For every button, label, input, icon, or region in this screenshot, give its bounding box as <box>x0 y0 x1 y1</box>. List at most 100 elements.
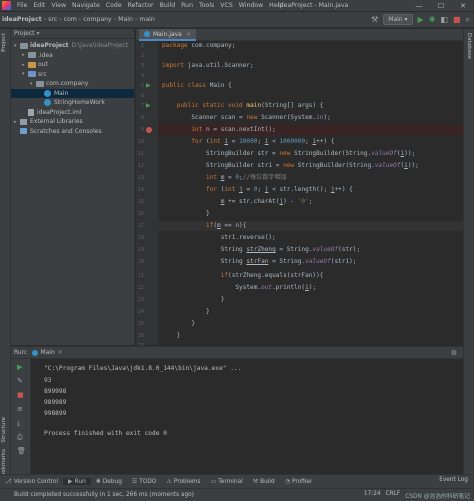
tool-tab-todo[interactable]: ☰ TODO <box>127 478 162 485</box>
window-title: ideaProject - Main.java <box>278 2 349 9</box>
tool-tab-run[interactable]: ▶ Run <box>63 478 91 485</box>
menu-file[interactable]: File <box>14 2 30 9</box>
tool-tab-terminal[interactable]: ▭ Terminal <box>206 478 248 485</box>
console-output-line: 998899 <box>44 410 67 417</box>
breadcrumb-project[interactable]: ideaProject <box>0 16 44 23</box>
close-button[interactable]: ✕ <box>452 0 474 12</box>
database-tool-tab[interactable]: Database <box>466 33 472 59</box>
console-output-line: 989989 <box>44 399 67 406</box>
trash-icon[interactable]: 🗑 <box>17 447 26 455</box>
project-tool-tab[interactable]: Project <box>1 33 7 52</box>
debug-icon: ✱ <box>95 478 101 485</box>
tool-tab-profiler[interactable]: ◔ Profiler <box>280 478 318 485</box>
todo-icon: ☰ <box>131 478 138 485</box>
menu-vcs[interactable]: VCS <box>217 2 235 9</box>
search-icon[interactable]: ⌕ <box>466 15 470 25</box>
soft-wrap-icon[interactable]: ≡ <box>17 405 23 413</box>
toolbar-right: ⚒ Main ▾ ▶ ✱ ◧ ■ ⌕ <box>371 14 470 25</box>
folder-icon <box>36 80 44 87</box>
tool-tab-debug[interactable]: ✱ Debug <box>91 478 127 485</box>
code-line: public static void main(String[] args) { <box>176 102 324 109</box>
tree-item-label: ideaProject.iml <box>37 108 82 116</box>
line-number: 18 <box>137 235 144 241</box>
hammer-icon[interactable]: ⚒ <box>371 15 378 24</box>
line-separator[interactable]: CRLF <box>386 491 401 500</box>
tree-item[interactable]: ▸ External Libraries <box>11 117 134 126</box>
wrench-icon[interactable]: ✎ <box>17 377 23 385</box>
line-number: 24 <box>137 309 144 315</box>
run-class-icon[interactable]: ▶ <box>146 82 151 89</box>
code-editor[interactable]: package com.company; import java.util.Sc… <box>158 41 463 345</box>
minimize-button[interactable]: — <box>408 0 430 12</box>
menu-window[interactable]: Window <box>236 2 266 9</box>
folder-icon <box>28 52 36 58</box>
console-output-line: 899998 <box>44 388 67 395</box>
menu-edit[interactable]: Edit <box>30 2 48 9</box>
event-log-tab[interactable]: Event Log <box>439 477 468 483</box>
run-tab-main[interactable]: Main ✕ <box>31 349 63 356</box>
close-tab-icon[interactable]: ✕ <box>58 349 63 356</box>
tree-item[interactable]: Scratches and Consoles <box>11 127 134 136</box>
code-line-caret: if(m == n){ <box>158 221 463 231</box>
tree-item[interactable]: ▸ .idea <box>11 51 134 60</box>
breadcrumb-company[interactable]: company <box>81 16 114 23</box>
tree-item-label: com.company <box>46 80 89 87</box>
code-line: for (int i = 10000; i < 1000000; i++) { <box>191 138 335 145</box>
print-icon[interactable]: ⎙ <box>17 433 23 442</box>
chevron-down-icon[interactable]: ▾ <box>37 30 40 37</box>
tree-item[interactable]: Main <box>11 88 134 98</box>
menu-code[interactable]: Code <box>103 2 125 9</box>
gear-icon[interactable]: ⚙ <box>451 349 457 357</box>
maximize-button[interactable]: ☐ <box>430 0 452 12</box>
structure-tool-tab[interactable]: Structure <box>1 417 7 443</box>
menu-build[interactable]: Build <box>157 2 179 9</box>
line-number: 25 <box>137 321 144 327</box>
menu-view[interactable]: View <box>48 2 69 9</box>
caret-position[interactable]: 17:24 <box>364 491 381 500</box>
line-number: 7 <box>140 103 144 109</box>
tree-item[interactable]: ideaProject.iml <box>11 108 134 117</box>
breadcrumb-com[interactable]: com <box>62 16 79 23</box>
menu-run[interactable]: Run <box>178 2 196 9</box>
debug-icon[interactable]: ✱ <box>429 15 436 24</box>
tool-tab-build[interactable]: ⚒ Build <box>248 478 280 485</box>
java-class-icon <box>44 89 51 97</box>
line-number: 19 <box>137 247 144 253</box>
tool-tab-problems[interactable]: ⚠ Problems <box>161 478 205 485</box>
editor-tab-main-java[interactable]: Main.java ✕ <box>139 29 196 41</box>
run-icon[interactable]: ▶ <box>418 15 424 24</box>
menu-refactor[interactable]: Refactor <box>125 2 157 9</box>
close-tab-icon[interactable]: ✕ <box>186 31 191 38</box>
code-line: package com.company; <box>162 42 236 49</box>
tree-item-label: ideaProject <box>30 42 69 49</box>
stop-icon[interactable]: ■ <box>17 391 24 399</box>
editor-gutter[interactable]: 1 2 3 4 5 6 7 8 9 10 11 12 13 14 15 16 17 18 19 20 21 22 23 24 2… <box>136 41 158 349</box>
rerun-icon[interactable]: ▶ <box>17 363 22 371</box>
line-number: 13 <box>137 175 144 181</box>
breadcrumb-src[interactable]: src <box>46 16 59 23</box>
tree-item[interactable]: ▸ out <box>11 60 134 69</box>
tool-tab-label: Profiler <box>291 478 313 485</box>
library-icon <box>20 118 27 125</box>
breadcrumb-main-class[interactable]: Main <box>116 16 135 23</box>
run-method-icon[interactable]: ▶ <box>146 102 151 109</box>
tool-tab-version-control[interactable]: ⎇ Version Control <box>0 478 63 485</box>
breakpoint-icon[interactable] <box>146 127 152 133</box>
tree-item-label: src <box>38 70 47 78</box>
terminal-icon: ▭ <box>210 478 217 485</box>
menu-tools[interactable]: Tools <box>196 2 217 9</box>
tool-tab-label: Problems <box>173 478 201 485</box>
run-config-label: Main <box>388 16 403 23</box>
menu-navigate[interactable]: Navigate <box>69 2 103 9</box>
code-line: int m = 0;//每位数字相加 <box>206 174 287 181</box>
tree-item[interactable]: StringHomeWork <box>11 98 134 107</box>
tree-item[interactable]: ▾ com.company <box>11 79 134 88</box>
tree-item[interactable]: ▾ ideaProject D:\java\ideaProject <box>11 41 134 50</box>
right-tool-strip: Database <box>463 29 474 488</box>
tree-item[interactable]: ▾ src <box>11 70 134 79</box>
stop-icon[interactable]: ■ <box>453 15 461 24</box>
breadcrumb-main-method[interactable]: main <box>137 16 156 23</box>
run-config-select[interactable]: Main ▾ <box>383 14 413 25</box>
coverage-icon[interactable]: ◧ <box>440 15 448 24</box>
scroll-to-end-icon[interactable]: ⤓ <box>17 419 20 428</box>
